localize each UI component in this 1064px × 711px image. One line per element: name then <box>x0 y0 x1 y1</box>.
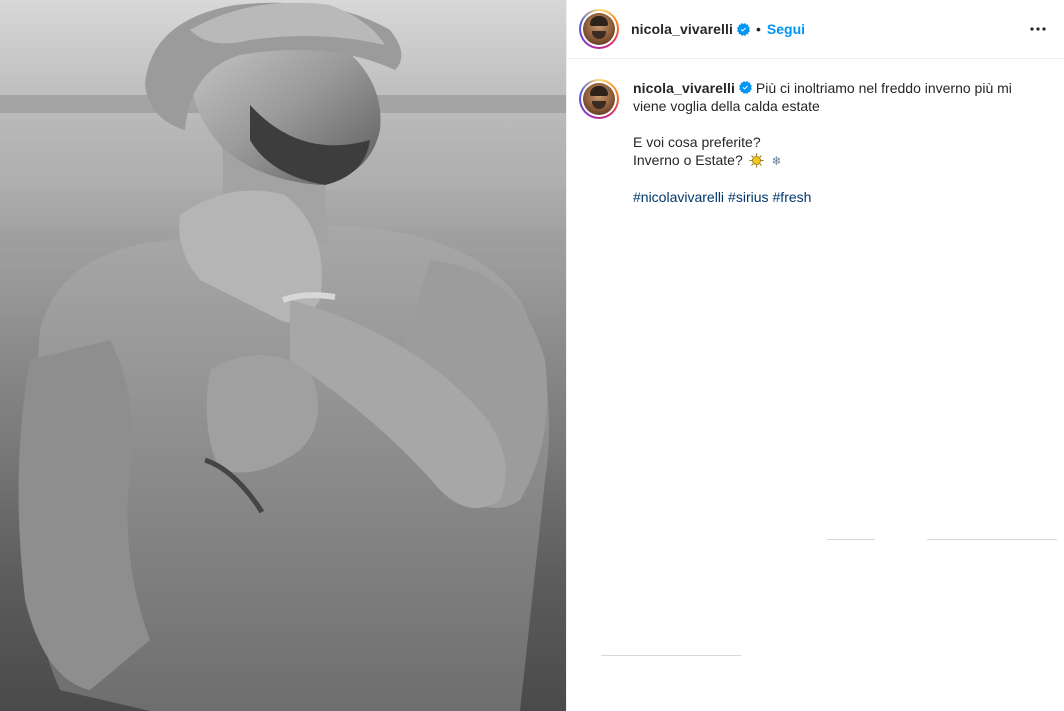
separator-dot: • <box>756 21 761 37</box>
hashtag-link[interactable]: #sirius <box>728 189 768 205</box>
caption-block: nicola_vivarelli Più ci inoltriamo nel f… <box>567 59 1064 206</box>
caption-text: nicola_vivarelli Più ci inoltriamo nel f… <box>633 79 1043 206</box>
verified-badge-icon <box>737 22 750 36</box>
caption-first-paragraph: nicola_vivarelli Più ci inoltriamo nel f… <box>633 79 1043 115</box>
verified-badge-icon <box>739 81 752 94</box>
follow-button[interactable]: Segui <box>767 21 805 37</box>
avatar-image <box>583 83 615 115</box>
hashtag-link[interactable]: #fresh <box>773 189 812 205</box>
avatar-image <box>583 13 615 45</box>
post-photo[interactable] <box>0 0 566 711</box>
hashtag-link[interactable]: #nicolavivarelli <box>633 189 724 205</box>
divider-line <box>601 655 741 656</box>
post-sidebar: nicola_vivarelli • Segui nicola_vivarell… <box>566 0 1064 711</box>
more-options-icon[interactable] <box>1026 17 1050 41</box>
caption-choice-line: Inverno o Estate? ❄ <box>633 151 1043 170</box>
avatar-frame <box>581 11 617 47</box>
caption-question: E voi cosa preferite? <box>633 134 761 150</box>
divider-line <box>927 539 1057 540</box>
caption-username[interactable]: nicola_vivarelli <box>633 80 735 96</box>
author-username[interactable]: nicola_vivarelli <box>631 21 733 37</box>
author-avatar[interactable] <box>579 9 619 49</box>
post-header: nicola_vivarelli • Segui <box>567 0 1064 59</box>
caption-choice: Inverno o Estate? <box>633 152 743 168</box>
avatar-frame <box>581 81 617 117</box>
sun-emoji-icon <box>749 153 764 168</box>
snowflake-emoji-icon: ❄ <box>771 154 782 168</box>
caption-hashtags: #nicolavivarelli #sirius #fresh <box>633 188 1043 206</box>
divider-line <box>827 539 875 540</box>
caption-author-avatar[interactable] <box>579 79 619 119</box>
post-photo-illustration <box>0 2 566 711</box>
